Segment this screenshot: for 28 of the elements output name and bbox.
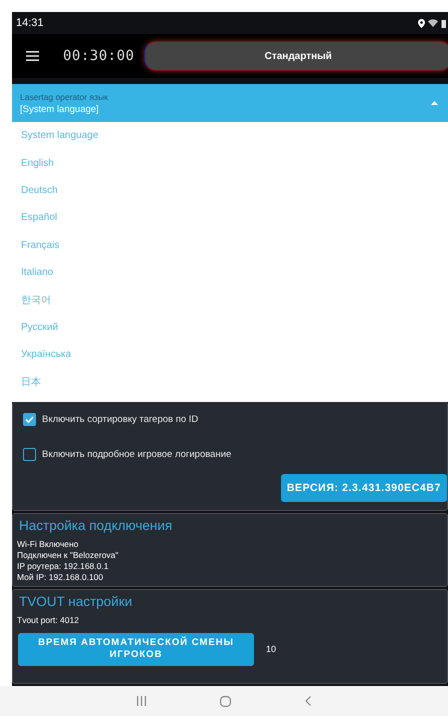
collapse-icon	[431, 101, 438, 105]
tvout-port: Tvout port: 4012	[17, 614, 80, 625]
connection-info: Мой IP: 192.168.0.100	[17, 572, 104, 582]
mode-button[interactable]: Стандартный	[144, 41, 448, 71]
status-time: 14:31	[16, 17, 44, 29]
battery-icon	[441, 18, 446, 28]
checkbox-label: Включить сортировку тагеров по ID	[42, 414, 198, 425]
home-icon[interactable]	[220, 696, 231, 706]
location-icon	[418, 18, 425, 28]
player-switch-time-button[interactable]: ВРЕМЯ АВТОМАТИЧЕСКОЙ СМЕНЫ ИГРОКОВ	[18, 632, 254, 666]
checkbox-label: Включить подробное игровое логирование	[42, 448, 232, 460]
back-icon[interactable]	[305, 696, 311, 706]
menu-icon[interactable]	[26, 51, 39, 61]
dropdown-value: [System language]	[20, 104, 100, 114]
language-dropdown[interactable]: Lasertag operator язык [System language]	[12, 84, 448, 122]
section-title: TVOUT настройки	[18, 592, 134, 611]
dropdown-label: Lasertag operator язык	[20, 92, 108, 102]
recent-apps-icon[interactable]	[137, 696, 146, 706]
switch-time-value: 10	[266, 644, 276, 654]
game-timer: 00:30:00	[63, 48, 134, 64]
connection-info: Wi-Fi Включено	[17, 538, 80, 549]
connection-info: Подключен к "Belozerova"	[17, 550, 120, 560]
section-title: Настройка подключения	[18, 516, 174, 535]
version-button[interactable]: ВЕРСИЯ: 2.3.431.390EC4B7	[280, 474, 447, 502]
checkbox[interactable]	[23, 448, 36, 461]
wifi-icon	[428, 19, 438, 27]
connection-info: IP роутера: 192.168.0.1	[17, 560, 110, 571]
checkbox[interactable]	[23, 412, 36, 426]
